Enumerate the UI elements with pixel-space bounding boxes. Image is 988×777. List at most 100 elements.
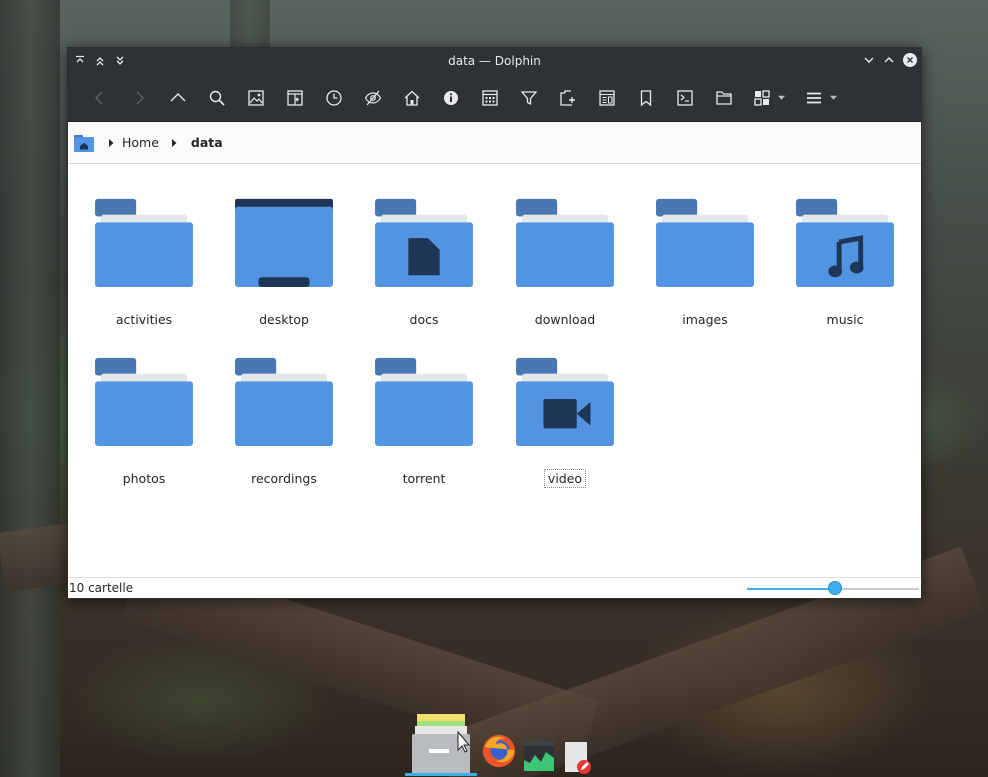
details-panel-icon	[598, 89, 615, 106]
status-text: 10 cartelle	[69, 581, 134, 595]
system-monitor-icon[interactable]	[523, 740, 555, 772]
firefox-icon[interactable]	[480, 732, 518, 770]
dock	[405, 712, 595, 777]
shade-icon[interactable]	[94, 54, 106, 68]
file-item-label: desktop	[259, 312, 309, 327]
folder-icon	[95, 357, 193, 447]
file-item-photos[interactable]: photos	[74, 354, 214, 487]
file-manager-icon[interactable]	[412, 714, 470, 774]
background-tree-trunk	[0, 0, 60, 777]
recent-icon	[325, 89, 342, 106]
new-tab-button[interactable]	[548, 83, 587, 113]
menu-button[interactable]	[795, 83, 847, 113]
compact-view-button[interactable]	[470, 83, 509, 113]
folder-icon	[656, 198, 754, 288]
terminal-button[interactable]	[665, 83, 704, 113]
forward-icon	[136, 91, 144, 104]
folder-documents-icon	[375, 198, 473, 288]
filter-button[interactable]	[509, 83, 548, 113]
split-view-button[interactable]	[275, 83, 314, 113]
file-view[interactable]: activities desktop docs download images music…	[68, 164, 921, 578]
file-item-label: activities	[115, 312, 173, 327]
home-icon	[404, 90, 419, 106]
recent-button[interactable]	[314, 83, 353, 113]
hidden-files-button[interactable]	[353, 83, 392, 113]
up-icon	[170, 92, 185, 101]
zoom-handle[interactable]	[827, 581, 842, 595]
breadcrumb-item-data[interactable]: data	[191, 135, 223, 150]
hamburger-menu-icon	[806, 92, 821, 103]
dolphin-window: data — Dolphin Home data activities desk…	[67, 47, 922, 599]
file-item-label: torrent	[402, 471, 446, 486]
information-icon	[443, 90, 458, 105]
file-item-download[interactable]: download	[495, 195, 635, 328]
zoom-fill	[747, 588, 835, 590]
main-toolbar	[68, 74, 921, 122]
file-item-label: photos	[122, 471, 166, 486]
background-tree-trunk	[230, 0, 270, 50]
file-item-images[interactable]: images	[635, 195, 775, 328]
file-item-torrent[interactable]: torrent	[354, 354, 494, 487]
bookmark-button[interactable]	[626, 83, 665, 113]
file-item-desktop[interactable]: desktop	[214, 195, 354, 328]
folder-icon	[375, 357, 473, 447]
breadcrumb: Home data	[68, 122, 921, 164]
search-button[interactable]	[197, 83, 236, 113]
status-bar: 10 cartelle	[68, 577, 921, 598]
file-item-recordings[interactable]: recordings	[214, 354, 354, 487]
window-title: data — Dolphin	[448, 54, 541, 68]
terminal-icon	[676, 89, 693, 106]
folder-video-icon	[516, 357, 614, 447]
keep-above-icon[interactable]	[74, 54, 86, 68]
view-mode-icon	[753, 89, 770, 106]
file-item-docs[interactable]: docs	[354, 195, 494, 328]
breadcrumb-item-home[interactable]: Home	[122, 135, 159, 150]
view-mode-button[interactable]	[743, 83, 795, 113]
chevron-right-icon[interactable]	[169, 138, 179, 148]
maximize-icon[interactable]	[883, 53, 895, 67]
text-editor-icon[interactable]	[563, 742, 593, 774]
folder-icon	[235, 357, 333, 447]
title-bar[interactable]: data — Dolphin	[68, 48, 921, 74]
close-icon[interactable]	[903, 53, 917, 67]
up-button[interactable]	[158, 83, 197, 113]
keep-below-icon[interactable]	[114, 54, 126, 68]
file-item-label: video	[543, 469, 587, 488]
filter-icon	[520, 90, 537, 105]
folder-music-icon	[796, 198, 894, 288]
home-button[interactable]	[392, 83, 431, 113]
compact-view-icon	[481, 89, 498, 106]
folder-icon	[516, 198, 614, 288]
back-button[interactable]	[80, 83, 119, 113]
file-item-label: docs	[409, 312, 439, 327]
bookmark-icon	[640, 89, 651, 106]
file-item-video[interactable]: video	[495, 354, 635, 488]
folder-icon	[95, 198, 193, 288]
information-button[interactable]	[431, 83, 470, 113]
minimize-icon[interactable]	[863, 53, 875, 67]
search-icon	[209, 90, 225, 106]
chevron-down-icon	[829, 95, 837, 100]
new-tab-icon	[559, 89, 575, 106]
folder-desktop-icon	[235, 198, 333, 288]
chevron-right-icon[interactable]	[106, 138, 116, 148]
file-item-activities[interactable]: activities	[74, 195, 214, 328]
details-panel-button[interactable]	[587, 83, 626, 113]
home-folder-icon[interactable]	[74, 134, 94, 152]
split-view-icon	[286, 89, 303, 106]
file-item-label: download	[534, 312, 596, 327]
active-app-indicator	[405, 773, 477, 776]
hidden-files-icon	[364, 90, 381, 105]
preview-button[interactable]	[236, 83, 275, 113]
chevron-down-icon	[777, 95, 785, 100]
zoom-slider[interactable]	[747, 578, 919, 599]
file-item-label: images	[682, 312, 728, 327]
preview-icon	[247, 89, 264, 106]
forward-button[interactable]	[119, 83, 158, 113]
file-item-music[interactable]: music	[775, 195, 915, 328]
back-icon	[94, 91, 102, 104]
file-item-label: recordings	[251, 471, 317, 486]
places-icon	[715, 90, 732, 105]
file-item-label: music	[826, 312, 864, 327]
places-button[interactable]	[704, 83, 743, 113]
